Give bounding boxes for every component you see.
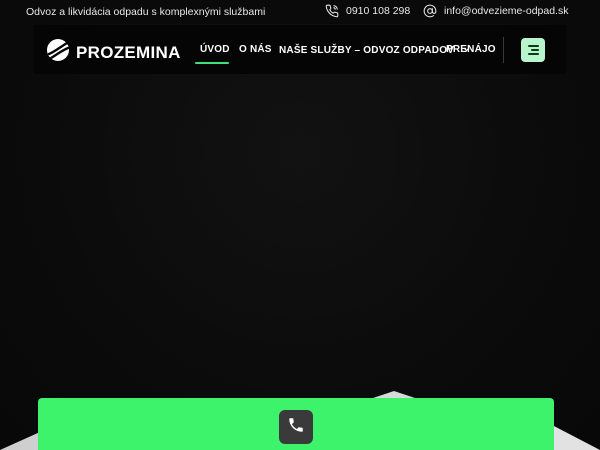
tagline: Odvoz a likvidácia odpadu s komplexnými … bbox=[26, 6, 266, 18]
hero-section bbox=[0, 24, 600, 450]
nav-item-nase-sluzby[interactable]: NAŠE SLUŽBY – ODVOZ ODPADOV bbox=[279, 44, 470, 56]
nav-item-o-nas[interactable]: O NÁS bbox=[239, 44, 272, 55]
phone-number: 0910 108 298 bbox=[346, 5, 411, 17]
phone-icon bbox=[325, 4, 339, 18]
nav-item-nase-sluzby-label: NAŠE SLUŽBY – ODVOZ ODPADOV bbox=[279, 45, 455, 56]
logo-text: PROZEMINA bbox=[76, 42, 181, 62]
menu-line bbox=[531, 49, 539, 51]
menu-line bbox=[528, 45, 539, 47]
nav-divider bbox=[503, 37, 504, 63]
email-address: info@odvezieme-odpad.sk bbox=[444, 5, 569, 17]
nav-item-prenajom[interactable]: PRENÁJO bbox=[446, 44, 496, 55]
top-bar: Odvoz a likvidácia odpadu s komplexnými … bbox=[0, 0, 600, 24]
main-navbar: PROZEMINA ÚVOD O NÁS NAŠE SLUŽBY – ODVOZ… bbox=[34, 25, 566, 74]
topbar-phone-link[interactable]: 0910 108 298 bbox=[325, 4, 410, 18]
hamburger-menu-icon[interactable] bbox=[521, 38, 545, 62]
nav-item-uvod[interactable]: ÚVOD bbox=[200, 44, 230, 55]
hero-faded-heading-line-1 bbox=[182, 262, 362, 282]
at-sign-icon bbox=[423, 4, 437, 18]
road-logo-icon bbox=[46, 38, 70, 67]
phone-icon bbox=[287, 416, 305, 439]
active-nav-indicator bbox=[195, 62, 229, 64]
call-button[interactable] bbox=[279, 410, 313, 444]
topbar-email-link[interactable]: info@odvezieme-odpad.sk bbox=[423, 4, 568, 18]
logo[interactable]: PROZEMINA bbox=[46, 38, 181, 67]
menu-line bbox=[528, 53, 539, 55]
